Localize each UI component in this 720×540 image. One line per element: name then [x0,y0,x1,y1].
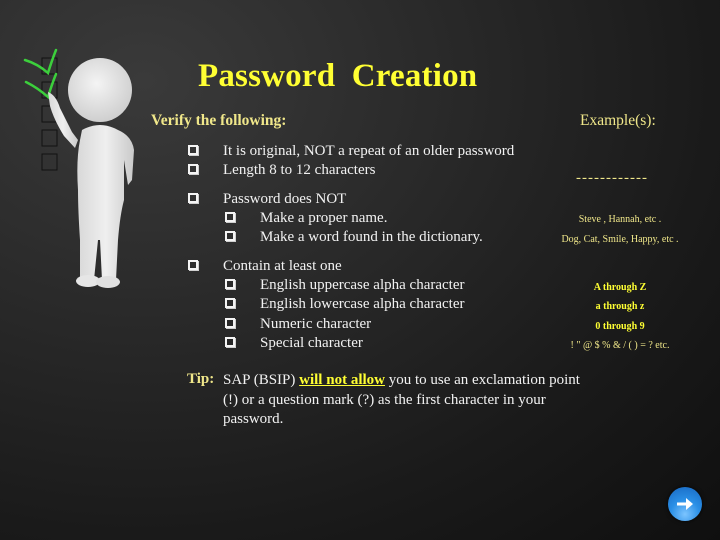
checkbox[interactable] [188,193,198,203]
sub-criterion-item [225,334,235,353]
checkbox[interactable] [188,164,198,174]
sub-criterion-label: Make a word found in the dictionary. [260,229,483,245]
example-uppercase: A through Z [593,282,647,293]
sub-criterion-label: English lowercase alpha character [260,296,465,312]
illustration [20,40,170,290]
examples-heading: Example(s): [580,112,656,129]
criterion-item [188,257,198,276]
checkbox[interactable] [225,298,235,308]
verify-heading: Verify the following: [151,112,287,129]
sub-criterion-item [225,228,235,247]
checkbox[interactable] [188,145,198,155]
sub-criterion-item [225,295,235,314]
tip-text: SAP (BSIP) will not allow you to use an … [223,371,583,430]
checkbox[interactable] [225,279,235,289]
example-proper-name: Steve , Hannah, etc . [578,214,662,225]
example-numeric: 0 through 9 [595,321,645,332]
criterion-label: Length 8 to 12 characters [223,162,376,178]
slide-title: Password Creation [198,58,478,94]
criterion-item [188,142,198,161]
tip-text-before: SAP (BSIP) [223,372,300,388]
sub-criterion-label: English uppercase alpha character [260,277,465,293]
checkbox[interactable] [188,260,198,270]
criterion-item [188,190,198,209]
arrow-right-icon [677,498,693,510]
sub-criterion-item [225,276,235,295]
example-special: ! " @ $ % & / ( ) = ? etc. [570,340,670,351]
criterion-label: Password does NOT [223,191,347,207]
criterion-item [188,161,198,180]
example-dictionary-word: Dog, Cat, Smile, Happy, etc . [561,234,679,245]
figure-with-checklist-icon [23,48,134,288]
sub-criterion-label: Numeric character [260,316,372,332]
tip-label: Tip: [187,371,215,387]
sub-criterion-item [225,315,235,334]
sub-criterion-label: Make a proper name. [260,210,388,226]
next-slide-button[interactable] [668,487,702,521]
checkbox[interactable] [225,231,235,241]
checkbox[interactable] [225,212,235,222]
tip-emphasis: will not allow [299,372,385,388]
sub-criterion-item [225,209,235,228]
example-lowercase: a through z [595,301,645,312]
checkbox[interactable] [225,337,235,347]
criterion-label: It is original, NOT a repeat of an older… [223,143,515,159]
sub-criterion-label: Special character [260,335,363,351]
example-length: ------------ [576,170,648,186]
criterion-label: Contain at least one [223,258,342,274]
checkbox[interactable] [225,318,235,328]
